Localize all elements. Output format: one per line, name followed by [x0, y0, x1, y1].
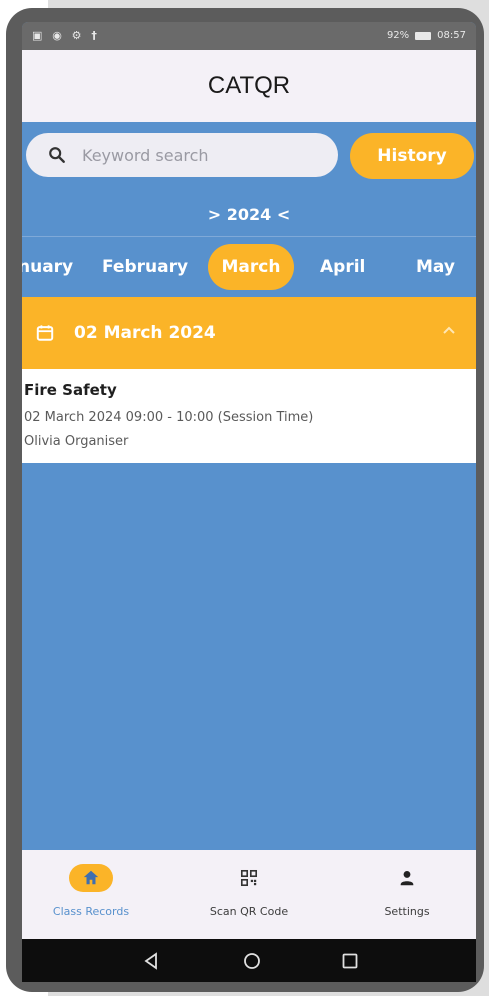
- tab-month-january[interactable]: nuary: [22, 244, 73, 290]
- clock: 08:57: [437, 30, 466, 41]
- nav-class-records[interactable]: Class Records: [22, 850, 166, 939]
- search-input[interactable]: [80, 144, 304, 166]
- nav-scan-qr[interactable]: Scan QR Code: [174, 850, 324, 939]
- bottom-navigation: Class Records Scan QR Code Settings: [22, 850, 476, 939]
- qr-code-icon: [240, 869, 258, 887]
- record-session-time: 02 March 2024 09:00 - 10:00 (Session Tim…: [24, 410, 314, 425]
- app-bar: CATQR: [22, 50, 476, 122]
- nav-icon-wrap: [69, 864, 113, 892]
- section-date: 02 March 2024: [74, 323, 216, 343]
- status-bar: ▣ ◉ ⚙ † 92% 08:57: [22, 22, 476, 50]
- tab-month-march[interactable]: March: [208, 244, 294, 290]
- class-record-card[interactable]: Fire Safety 02 March 2024 09:00 - 10:00 …: [22, 369, 476, 463]
- nav-label-settings: Settings: [384, 905, 430, 918]
- home-icon: [83, 870, 99, 885]
- person-icon: [400, 870, 414, 886]
- nav-settings[interactable]: Settings: [332, 850, 476, 939]
- month-tabs: nuary February March April May: [22, 244, 476, 290]
- search-icon: [49, 147, 65, 163]
- record-title: Fire Safety: [24, 381, 117, 399]
- battery-icon: [415, 31, 432, 40]
- chevron-up-icon[interactable]: [442, 323, 456, 337]
- home-circle-icon[interactable]: [242, 951, 262, 971]
- nav-label-scan-qr: Scan QR Code: [209, 905, 289, 918]
- phone-screen: ▣ ◉ ⚙ † 92% 08:57 CATQR History > 2024 <…: [22, 22, 476, 982]
- nav-icon-wrap: [385, 864, 429, 892]
- calendar-icon: [36, 325, 54, 341]
- back-icon[interactable]: [142, 951, 162, 971]
- record-organiser: Olivia Organiser: [24, 434, 129, 449]
- status-right: 92% 08:57: [387, 30, 466, 41]
- app-title: CATQR: [207, 72, 291, 99]
- status-icons: ▣ ◉ ⚙ †: [32, 29, 100, 42]
- tab-month-april[interactable]: April: [320, 244, 365, 290]
- system-navigation-bar: [22, 939, 476, 982]
- year-selector[interactable]: > 2024 <: [22, 205, 476, 224]
- tab-month-february[interactable]: February: [102, 244, 188, 290]
- divider: [22, 236, 476, 237]
- date-section-header[interactable]: 02 March 2024: [22, 297, 476, 369]
- battery-percent: 92%: [386, 30, 410, 41]
- search-bar[interactable]: [26, 133, 338, 177]
- nav-icon-wrap: [227, 864, 271, 892]
- recents-icon[interactable]: [340, 951, 360, 971]
- history-button[interactable]: History: [350, 133, 474, 179]
- nav-label-class-records: Class Records: [52, 905, 130, 918]
- tab-month-may[interactable]: May: [416, 244, 455, 290]
